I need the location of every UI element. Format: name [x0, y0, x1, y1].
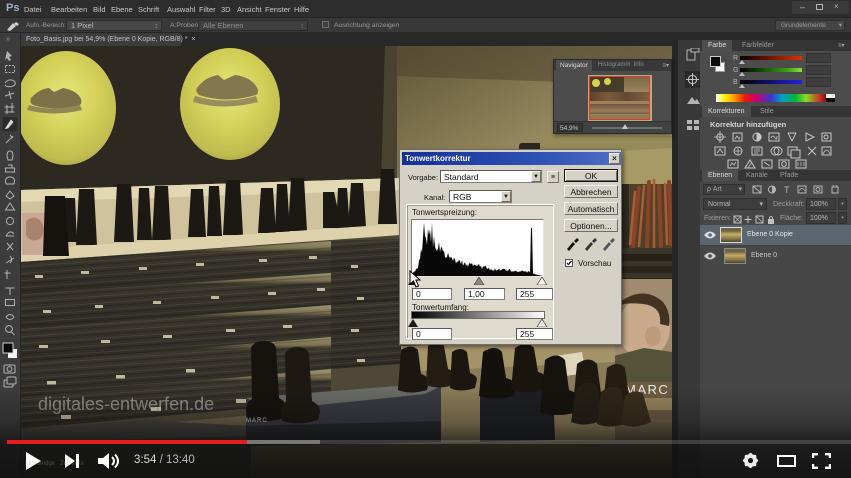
- svg-text:T: T: [784, 185, 790, 195]
